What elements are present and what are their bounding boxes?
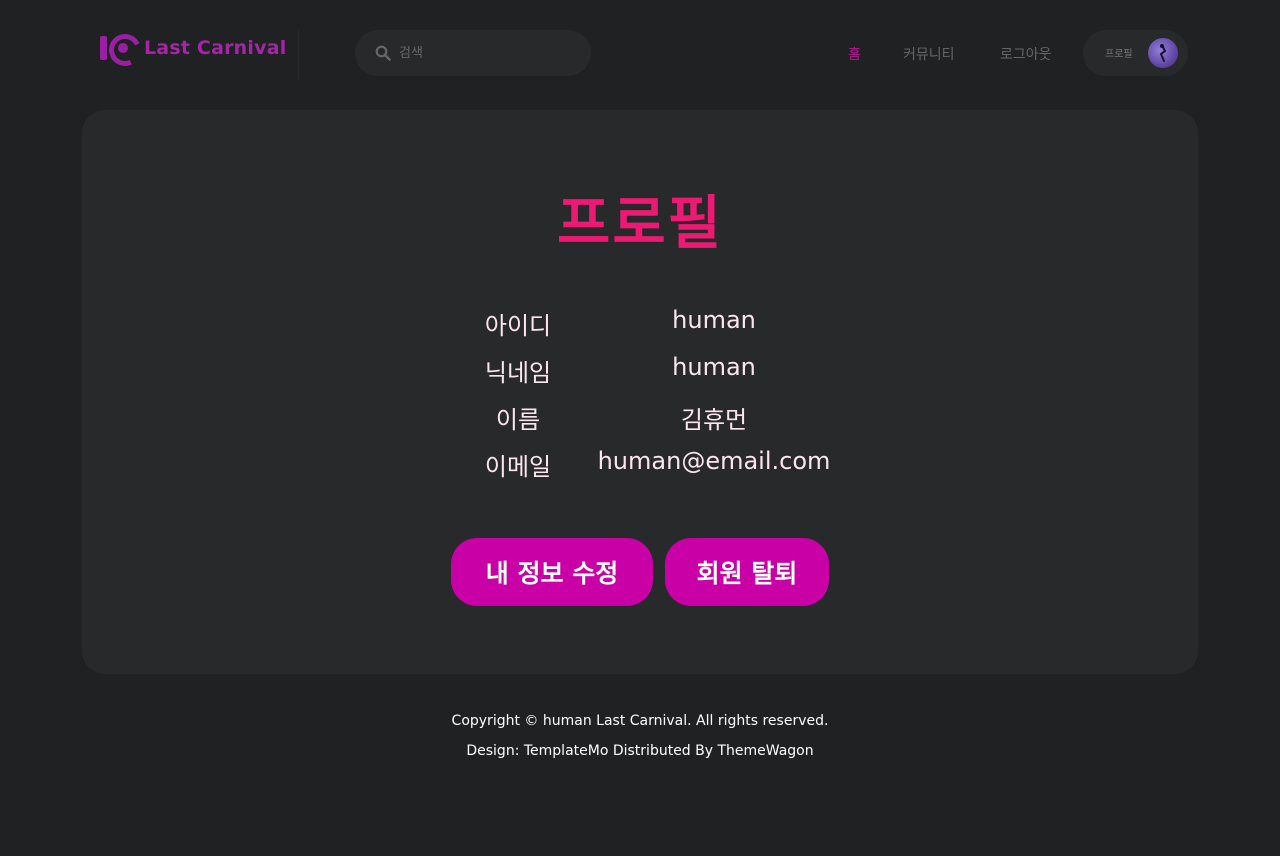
profile-card: 프로필 아이디 human 닉네임 human 이름 김휴먼 이메일 human… <box>82 110 1198 674</box>
profile-row-id: 아이디 human <box>82 306 1198 346</box>
field-value: 김휴먼 <box>680 406 748 434</box>
avatar <box>1148 38 1178 68</box>
field-value: human <box>672 353 756 381</box>
field-value: human@email.com <box>597 447 831 475</box>
footer-credit: Design: TemplateMo Distributed By ThemeW… <box>466 743 814 759</box>
page-title: 프로필 <box>556 189 724 257</box>
nav-logout[interactable]: 로그아웃 <box>1000 44 1052 64</box>
profile-row-nickname: 닉네임 human <box>82 353 1198 393</box>
field-label: 닉네임 <box>484 359 552 387</box>
nav-community[interactable]: 커뮤니티 <box>903 44 955 64</box>
profile-row-name: 이름 김휴먼 <box>82 400 1198 440</box>
profile-row-email: 이메일 human@email.com <box>82 447 1198 487</box>
field-value: human <box>672 306 756 334</box>
field-label: 이메일 <box>484 453 552 481</box>
profile-label: 프로필 <box>1105 49 1133 60</box>
nav-home[interactable]: 홈 <box>848 44 861 64</box>
footer: Copyright © human Last Carnival. All rig… <box>0 706 1280 766</box>
profile-button[interactable]: 프로필 <box>1083 30 1188 76</box>
withdraw-button[interactable]: 회원 탈퇴 <box>665 538 829 606</box>
field-label: 이름 <box>495 406 541 434</box>
edit-profile-button[interactable]: 내 정보 수정 <box>451 538 653 606</box>
header: Last Carnival 홈 커뮤니티 로그아웃 프로필 <box>0 0 1280 100</box>
field-label: 아이디 <box>484 312 552 340</box>
footer-copyright: Copyright © human Last Carnival. All rig… <box>451 713 829 729</box>
